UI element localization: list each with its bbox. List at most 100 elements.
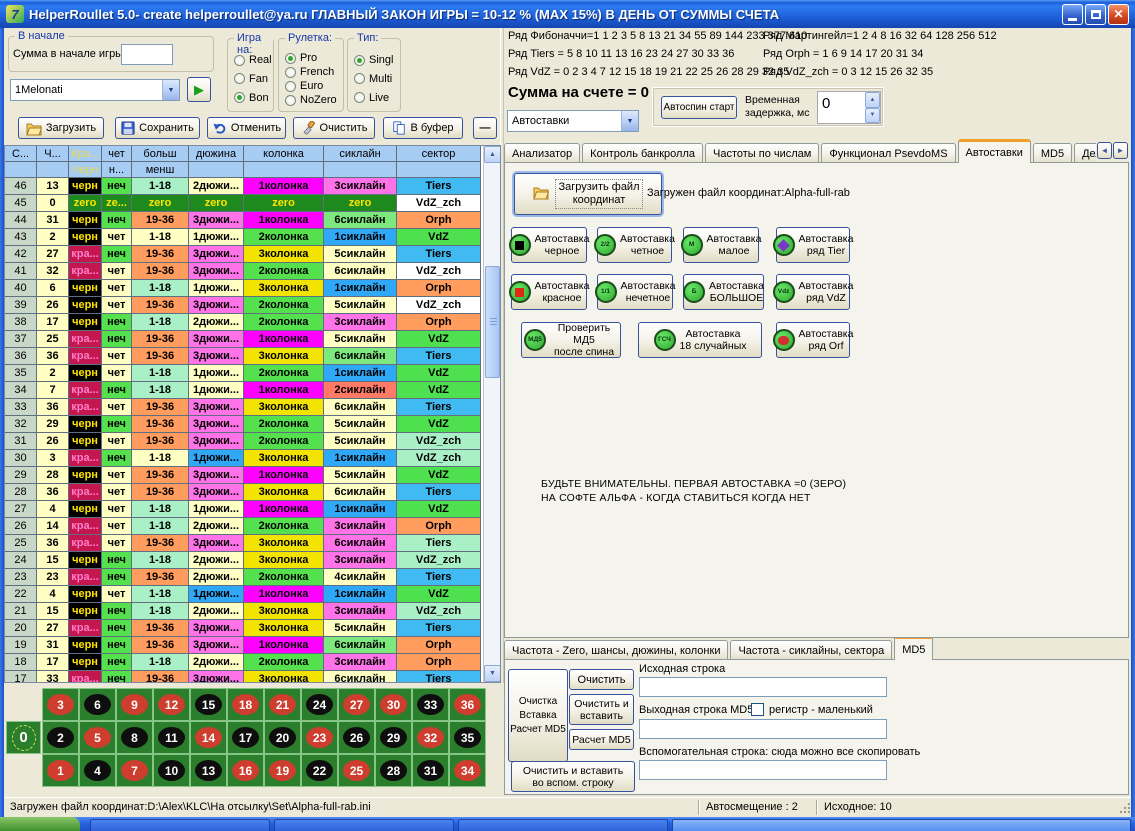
md5-clear-paste-calc-button[interactable]: Очистка Вставка Расчет MD5 <box>508 669 568 762</box>
board-cell-20[interactable]: 20 <box>264 721 301 754</box>
board-cell-28[interactable]: 28 <box>375 754 412 787</box>
taskbar-item[interactable] <box>274 819 454 831</box>
board-cell-12[interactable]: 12 <box>153 688 190 721</box>
clear-button[interactable]: Очистить <box>293 117 375 139</box>
freq-tab-1[interactable]: Частота - Zero, шансы, дюжины, колонки <box>504 640 728 660</box>
md5-clear-button[interactable]: Очистить <box>569 669 634 690</box>
board-cell-1[interactable]: 1 <box>42 754 79 787</box>
board-cell-4[interactable]: 4 <box>79 754 116 787</box>
board-cell-23[interactable]: 23 <box>301 721 338 754</box>
board-cell-14[interactable]: 14 <box>190 721 227 754</box>
autobet-18-random-button[interactable]: ГСЧАвтоставка18 случайных <box>638 322 762 358</box>
copy-to-clipboard-button[interactable]: В буфер <box>383 117 463 139</box>
board-cell-7[interactable]: 7 <box>116 754 153 787</box>
tabs-scroll-right-button[interactable]: ► <box>1113 142 1128 159</box>
board-cell-31[interactable]: 31 <box>412 754 449 787</box>
board-cell-11[interactable]: 11 <box>153 721 190 754</box>
source-string-input[interactable] <box>639 677 887 697</box>
radio-option-bon[interactable]: Bon <box>234 89 271 107</box>
main-tab-3[interactable]: Частоты по числам <box>705 143 819 163</box>
main-tab-1[interactable]: Анализатор <box>504 143 580 163</box>
taskbar-item[interactable] <box>458 819 668 831</box>
board-cell-3[interactable]: 3 <box>42 688 79 721</box>
board-cell-18[interactable]: 18 <box>227 688 264 721</box>
collapse-button[interactable]: — <box>473 117 497 139</box>
autobet-black-button[interactable]: Автоставкачерное <box>511 227 587 263</box>
register-lowercase-checkbox[interactable] <box>751 703 764 716</box>
board-cell-16[interactable]: 16 <box>227 754 264 787</box>
table-scrollbar[interactable]: ▲ ▼ <box>483 146 500 682</box>
board-cell-36[interactable]: 36 <box>449 688 486 721</box>
delay-value[interactable]: 0 <box>818 92 865 123</box>
scrollbar-thumb[interactable] <box>485 266 500 378</box>
maximize-button[interactable] <box>1085 4 1106 25</box>
autobet-red-button[interactable]: Автоставкакрасное <box>511 274 587 310</box>
board-cell-6[interactable]: 6 <box>79 688 116 721</box>
autospin-start-button[interactable]: Автоспин старт <box>661 96 737 119</box>
start-button-fragment[interactable] <box>0 817 80 831</box>
main-tab-7[interactable]: Делени <box>1074 143 1096 163</box>
radio-option-multi[interactable]: Multi <box>354 70 398 88</box>
taskbar-item-active[interactable] <box>672 819 1131 831</box>
spin-up-button[interactable]: ▲ <box>865 92 880 108</box>
aux-string-input[interactable] <box>639 760 887 780</box>
board-cell-5[interactable]: 5 <box>79 721 116 754</box>
radio-option-real[interactable]: Real <box>234 51 271 69</box>
radio-option-pro[interactable]: Pro <box>285 51 341 65</box>
autobet-vdz-row-button[interactable]: VdzАвтоставкаряд VdZ <box>776 274 850 310</box>
board-cell-19[interactable]: 19 <box>264 754 301 787</box>
board-cell-15[interactable]: 15 <box>190 688 227 721</box>
scroll-up-button[interactable]: ▲ <box>484 146 501 163</box>
board-cell-32[interactable]: 32 <box>412 721 449 754</box>
check-md5-after-spin-button[interactable]: МД5Проверить МД5после спина <box>521 322 621 358</box>
freq-tab-2[interactable]: Частота - сиклайны, сектора <box>730 640 892 660</box>
radio-option-french[interactable]: French <box>285 65 341 79</box>
freq-tab-3[interactable]: MD5 <box>894 638 933 660</box>
autobet-big-button[interactable]: БАвтоставкаБОЛЬШОЕ <box>683 274 764 310</box>
board-cell-24[interactable]: 24 <box>301 688 338 721</box>
main-tab-6[interactable]: MD5 <box>1033 143 1072 163</box>
main-tab-5[interactable]: Автоставки <box>958 139 1031 163</box>
radio-option-euro[interactable]: Euro <box>285 79 341 93</box>
start-sum-input[interactable] <box>121 44 173 65</box>
radio-option-live[interactable]: Live <box>354 89 398 107</box>
main-tab-2[interactable]: Контроль банкролла <box>582 143 703 163</box>
board-cell-26[interactable]: 26 <box>338 721 375 754</box>
close-button[interactable]: ✕ <box>1108 4 1129 25</box>
md5-calc-button[interactable]: Расчет MD5 <box>569 729 634 750</box>
board-cell-13[interactable]: 13 <box>190 754 227 787</box>
board-cell-8[interactable]: 8 <box>116 721 153 754</box>
md5-clear-paste-aux-button[interactable]: Очистить и вставить во вспом. строку <box>511 761 635 792</box>
tabs-scroll-left-button[interactable]: ◄ <box>1097 142 1112 159</box>
board-cell-33[interactable]: 33 <box>412 688 449 721</box>
scroll-down-button[interactable]: ▼ <box>484 665 501 682</box>
board-cell-22[interactable]: 22 <box>301 754 338 787</box>
board-cell-35[interactable]: 35 <box>449 721 486 754</box>
profile-dropdown[interactable]: 1Melonati ▼ <box>10 79 180 101</box>
save-button[interactable]: Сохранить <box>115 117 200 139</box>
radio-option-singl[interactable]: Singl <box>354 51 398 69</box>
autobet-tier-row-button[interactable]: Автоставкаряд Tier <box>776 227 850 263</box>
board-cell-17[interactable]: 17 <box>227 721 264 754</box>
spin-down-button[interactable]: ▼ <box>865 108 880 124</box>
autobet-odd-button[interactable]: 1/1Автоставканечетное <box>597 274 673 310</box>
board-cell-2[interactable]: 2 <box>42 721 79 754</box>
play-button[interactable]: ▶ <box>187 77 211 102</box>
board-cell-21[interactable]: 21 <box>264 688 301 721</box>
autobet-small-button[interactable]: MАвтоставкамалое <box>683 227 759 263</box>
board-cell-29[interactable]: 29 <box>375 721 412 754</box>
output-string-input[interactable] <box>639 719 887 739</box>
board-cell-10[interactable]: 10 <box>153 754 190 787</box>
load-game-button[interactable]: Загрузить <box>18 117 104 139</box>
board-cell-9[interactable]: 9 <box>116 688 153 721</box>
radio-option-fan[interactable]: Fan <box>234 70 271 88</box>
md5-clear-and-paste-button[interactable]: Очистить и вставить <box>569 694 634 725</box>
autobet-even-button[interactable]: 2/2Автоставкачетное <box>597 227 672 263</box>
board-cell-27[interactable]: 27 <box>338 688 375 721</box>
undo-button[interactable]: Отменить <box>207 117 286 139</box>
main-tab-4[interactable]: Функционал PsevdoMS <box>821 143 955 163</box>
autobets-dropdown[interactable]: Автоставки ▼ <box>507 110 639 132</box>
board-cell-zero[interactable]: 0 <box>6 721 41 754</box>
load-coordinates-file-button[interactable]: Загрузить файлкоординат <box>514 173 662 215</box>
radio-option-nozero[interactable]: NoZero <box>285 93 341 107</box>
